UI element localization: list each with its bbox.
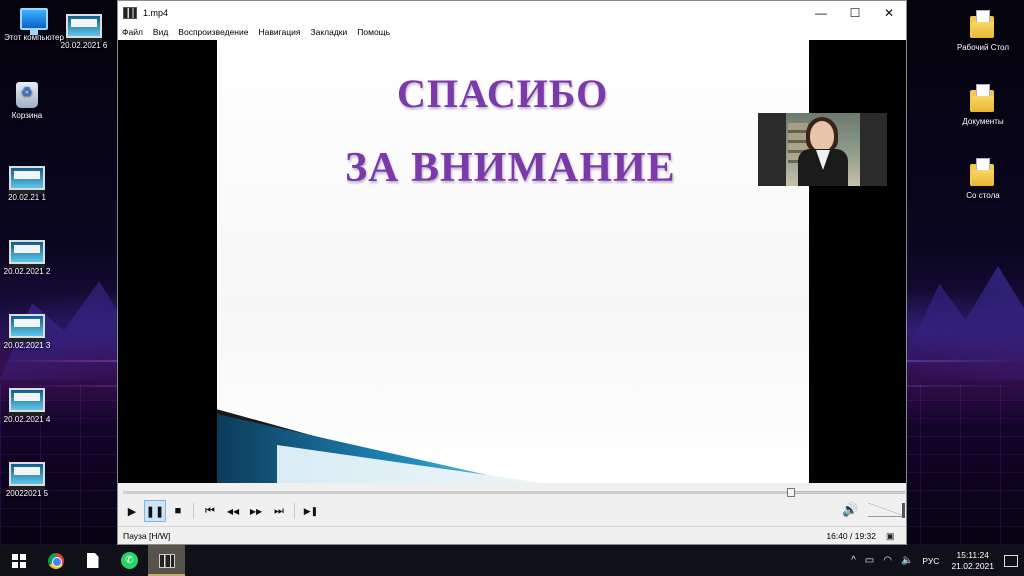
close-button[interactable]: ✕ [872, 1, 906, 24]
computer-icon [20, 8, 48, 35]
wallpaper-mountain-right [894, 266, 1024, 380]
desktop-icon-folder-desktop[interactable]: Рабочий Стол [953, 10, 1013, 53]
desktop-icon-label: 20022021 5 [5, 489, 49, 498]
video-file-icon [9, 462, 45, 490]
toolbar-separator [294, 503, 295, 519]
taskbar-media-player[interactable] [148, 545, 185, 576]
video-file-icon [9, 314, 45, 342]
volume-slider[interactable] [868, 503, 906, 519]
status-bar: Пауза [H/W] 16:40 / 19:32 ▣ [118, 526, 906, 544]
webcam-person-face [810, 121, 834, 151]
windows-logo-icon [11, 553, 26, 568]
media-player-icon [158, 553, 175, 568]
hardware-decoder-icon: ▣ [886, 531, 895, 541]
folder-icon [970, 84, 996, 114]
playback-controls: ▶ ❚❚ ■ ⏮ ◀◀ ▶▶ ⏭ ▶❚ 🔊 [118, 499, 906, 523]
speaker-icon[interactable]: 🔈 [901, 555, 913, 566]
pause-button[interactable]: ❚❚ [144, 500, 166, 522]
toolbar-separator [193, 503, 194, 519]
desktop-icon-label: 20.02.2021 6 [60, 41, 108, 50]
volume-ramp [868, 503, 904, 517]
desktop-icon-folder-documents[interactable]: Документы [953, 84, 1013, 127]
desktop-icon-video-2[interactable]: 20.02.2021 2 [0, 240, 57, 277]
playback-time: 16:40 / 19:32 [826, 530, 876, 541]
desktop-icon-recycle-bin[interactable]: Корзина [0, 82, 57, 121]
play-button[interactable]: ▶ [121, 500, 143, 522]
wifi-icon[interactable]: ◠ [883, 555, 892, 566]
next-button[interactable]: ⏭ [268, 500, 290, 522]
fast-forward-button[interactable]: ▶▶ [245, 500, 267, 522]
title-bar[interactable]: 1.mp4 — ☐ ✕ [118, 1, 906, 24]
taskbar-chrome[interactable] [37, 545, 74, 576]
desktop-icon-label: 20.02.2021 4 [3, 415, 51, 424]
taskbar-file[interactable] [74, 545, 111, 576]
desktop-icon-label: Со стола [966, 191, 1000, 200]
tray-chevron-icon[interactable]: ^ [851, 555, 856, 566]
video-file-icon [9, 388, 45, 416]
desktop-icon-label: Документы [962, 117, 1004, 126]
previous-button[interactable]: ⏮ [199, 500, 221, 522]
notifications-icon[interactable] [1004, 554, 1018, 567]
clock-time: 15:11:24 [956, 549, 989, 560]
desktop-icon-folder-from-desktop[interactable]: Со стола [953, 158, 1013, 201]
desktop-icon-video-1[interactable]: 20.02.21 1 [0, 166, 57, 203]
desktop-icon-video-5[interactable]: 20022021 5 [0, 462, 57, 499]
menu-view[interactable]: Вид [153, 27, 168, 37]
media-player-window: 1.mp4 — ☐ ✕ Файл Вид Воспроизведение Нав… [117, 0, 907, 545]
menu-help[interactable]: Помощь [357, 27, 390, 37]
desktop-icon-label: 20.02.21 1 [8, 193, 46, 202]
chrome-icon [47, 552, 64, 569]
video-file-icon [66, 14, 102, 42]
presentation-slide: СПАСИБО ЗА ВНИМАНИЕ [217, 40, 809, 483]
desktop-icon-label: Рабочий Стол [957, 43, 1009, 52]
taskbar: ✆ ^ ▭ ◠ 🔈 РУС 15:11:24 21.02.2021 [0, 545, 1024, 576]
desktop-icon-video-3[interactable]: 20.02.2021 3 [0, 314, 57, 351]
system-tray: ^ ▭ ◠ 🔈 РУС 15:11:24 21.02.2021 [851, 545, 1024, 576]
menu-playback[interactable]: Воспроизведение [178, 27, 248, 37]
menu-bookmarks[interactable]: Закладки [310, 27, 347, 37]
slide-title-line-1: СПАСИБО [397, 71, 609, 116]
seek-progress [123, 491, 787, 494]
clock-date: 21.02.2021 [951, 560, 994, 571]
menu-file[interactable]: Файл [122, 27, 143, 37]
maximize-button[interactable]: ☐ [838, 1, 872, 24]
volume-icon[interactable]: 🔊 [842, 502, 858, 520]
file-icon [86, 553, 99, 568]
frame-step-button[interactable]: ▶❚ [300, 500, 322, 522]
taskbar-whatsapp[interactable]: ✆ [111, 545, 148, 576]
video-area[interactable]: СПАСИБО ЗА ВНИМАНИЕ [118, 40, 906, 483]
desktop-icon-label: 20.02.2021 3 [3, 341, 51, 350]
stop-button[interactable]: ■ [167, 500, 189, 522]
battery-icon[interactable]: ▭ [865, 555, 874, 566]
webcam-overlay [758, 113, 887, 186]
recycle-bin-icon [16, 82, 38, 108]
window-title: 1.mp4 [143, 7, 169, 18]
volume-knob[interactable] [902, 503, 905, 518]
folder-icon [970, 158, 996, 188]
playback-status: Пауза [H/W] [123, 530, 171, 541]
language-indicator[interactable]: РУС [922, 556, 939, 566]
desktop-icon-label: 20.02.2021 2 [3, 267, 51, 276]
desktop-icon-video-4[interactable]: 20.02.2021 4 [0, 388, 57, 425]
folder-icon [970, 10, 996, 40]
desktop-icon-label: Корзина [11, 111, 43, 120]
seek-thumb[interactable] [787, 488, 795, 497]
rewind-button[interactable]: ◀◀ [222, 500, 244, 522]
menu-bar: Файл Вид Воспроизведение Навигация Закла… [118, 24, 906, 40]
video-file-icon [9, 166, 45, 194]
whatsapp-icon: ✆ [121, 552, 138, 569]
minimize-button[interactable]: — [804, 1, 838, 24]
menu-navigation[interactable]: Навигация [258, 27, 300, 37]
tray-clock[interactable]: 15:11:24 21.02.2021 [951, 550, 994, 572]
seek-bar[interactable] [123, 488, 905, 497]
desktop-icon-video-6[interactable]: 20.02.2021 6 [54, 14, 114, 51]
start-button[interactable] [0, 545, 37, 576]
slide-title-line-2: ЗА ВНИМАНИЕ [345, 145, 676, 191]
video-file-icon [9, 240, 45, 268]
film-icon [123, 6, 137, 19]
